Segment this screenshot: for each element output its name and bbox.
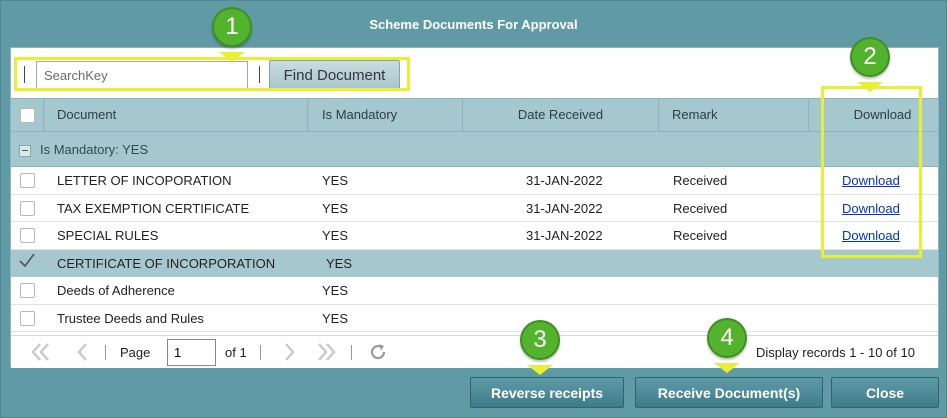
column-download[interactable]: Download [809,99,938,131]
toolbar-separator [24,66,25,83]
step-badge-3: 3 [520,320,560,360]
collapse-icon[interactable] [19,145,31,157]
row-checkbox[interactable] [20,173,35,188]
receive-documents-button[interactable]: Receive Document(s) [635,377,823,408]
column-is-mandatory[interactable]: Is Mandatory [308,99,463,131]
remark-value: Received [673,173,728,188]
document-name: Deeds of Adherence [57,283,175,298]
table-row[interactable]: Trustee Deeds and Rules YES [11,304,938,332]
row-checkbox[interactable] [20,228,35,243]
table-row[interactable]: TAX EXEMPTION CERTIFICATE YES 31-JAN-202… [11,194,938,222]
is-mandatory-value: YES [322,173,349,188]
row-checkbox[interactable] [20,310,35,326]
date-received-value: 31-JAN-2022 [526,228,603,243]
find-document-button[interactable]: Find Document [269,60,400,90]
documents-panel: Find Document Document Is Mandatory Date… [10,47,939,368]
download-link[interactable]: Download [842,167,900,194]
search-input[interactable] [36,61,248,89]
remark-value: Received [673,200,728,216]
page-count: of 1 [225,345,247,360]
refresh-icon[interactable] [368,342,386,360]
approval-dialog: Scheme Documents For Approval Find Docum… [0,0,947,418]
dialog-title: Scheme Documents For Approval [369,17,578,32]
row-checkbox[interactable] [20,200,35,216]
row-checkbox[interactable] [20,283,35,298]
step-pointer-2 [857,82,883,92]
first-page-icon[interactable] [29,340,53,369]
reverse-receipts-button[interactable]: Reverse receipts [470,377,624,408]
is-mandatory-value: YES [322,228,349,243]
table-row-selected[interactable]: CERTIFICATE OF INCORPORATION YES [11,249,938,277]
grid-header: Document Is Mandatory Date Received Rema… [11,98,938,132]
pager: Page of 1 Display records 1 - 10 of 10 [11,335,938,368]
records-summary: Display records 1 - 10 of 10 [756,345,915,360]
step-badge-4: 4 [707,318,747,358]
step-badge-1: 1 [212,7,252,47]
table-row[interactable]: SPECIAL RULES YES 31-JAN-2022 Received D… [11,222,938,250]
remark-value: Received [673,228,728,243]
table-row[interactable]: LETTER OF INCOPORATION YES 31-JAN-2022 R… [11,167,938,195]
date-received-value: 31-JAN-2022 [526,200,603,216]
select-all-checkbox[interactable] [20,108,35,123]
step-pointer-1 [219,52,245,62]
column-date-received[interactable]: Date Received [463,99,659,131]
prev-page-icon[interactable] [71,340,95,369]
document-name: LETTER OF INCOPORATION [57,173,232,188]
pager-separator [351,345,352,360]
download-link[interactable]: Download [842,222,900,249]
close-button[interactable]: Close [831,377,939,408]
column-remark[interactable]: Remark [659,99,809,131]
page-label: Page [120,345,151,360]
is-mandatory-value: YES [322,310,349,326]
is-mandatory-value: YES [322,283,349,298]
table-row[interactable]: Deeds of Adherence YES [11,277,938,305]
group-row: Is Mandatory: YES [11,132,938,167]
next-page-icon[interactable] [277,340,301,369]
last-page-icon[interactable] [314,340,338,369]
is-mandatory-value: YES [326,255,353,271]
pager-separator [260,345,261,360]
document-name: CERTIFICATE OF INCORPORATION [57,255,276,271]
group-label: Is Mandatory: YES [40,142,149,157]
select-all-cell [11,99,44,131]
search-toolbar: Find Document [11,48,938,98]
document-name: Trustee Deeds and Rules [57,310,204,326]
step-pointer-3 [527,365,553,375]
download-link[interactable]: Download [842,195,900,222]
column-document[interactable]: Document [44,99,308,131]
document-name: TAX EXEMPTION CERTIFICATE [57,200,250,216]
step-badge-2: 2 [850,37,890,77]
page-number-input[interactable] [167,339,216,366]
step-pointer-4 [714,363,740,373]
is-mandatory-value: YES [322,200,349,216]
toolbar-separator [259,66,260,83]
checkmark-icon[interactable] [18,252,36,272]
date-received-value: 31-JAN-2022 [526,173,603,188]
document-name: SPECIAL RULES [57,228,159,243]
pager-separator [105,345,106,360]
